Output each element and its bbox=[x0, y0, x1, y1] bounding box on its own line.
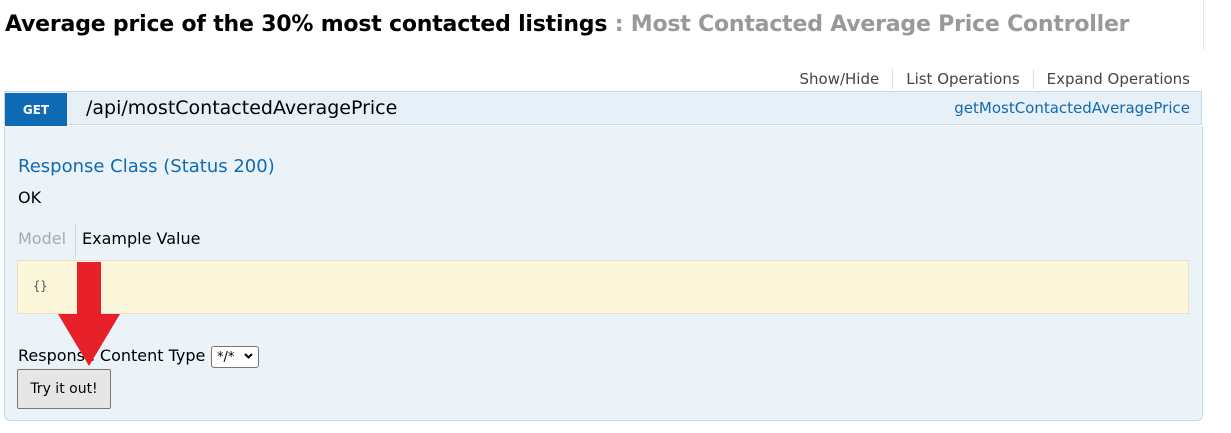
show-hide-link[interactable]: Show/Hide bbox=[786, 70, 892, 88]
try-it-out-button[interactable]: Try it out! bbox=[17, 369, 111, 409]
response-description: OK bbox=[18, 188, 42, 207]
list-operations-link[interactable]: List Operations bbox=[893, 70, 1032, 88]
top-divider bbox=[1203, 0, 1204, 50]
page-title: Average price of the 30% most contacted … bbox=[5, 12, 1205, 42]
response-class-heading: Response Class (Status 200) bbox=[18, 156, 275, 177]
content-type-value: */* bbox=[217, 349, 235, 365]
title-separator: : bbox=[607, 12, 631, 37]
api-title: Average price of the 30% most contacted … bbox=[5, 12, 608, 37]
get-method-badge[interactable]: GET bbox=[5, 93, 67, 126]
expand-operations-link[interactable]: Expand Operations bbox=[1034, 70, 1190, 88]
operations-bar: Show/Hide List Operations Expand Operati… bbox=[786, 68, 1190, 90]
tab-example-value[interactable]: Example Value bbox=[82, 229, 200, 248]
chevron-down-icon bbox=[244, 353, 253, 359]
operation-nickname-link[interactable]: getMostContactedAveragePrice bbox=[954, 99, 1190, 117]
endpoint-path[interactable]: /api/mostContactedAveragePrice bbox=[86, 97, 397, 119]
snippet-code: {} bbox=[33, 279, 48, 293]
controller-name[interactable]: Most Contacted Average Price Controller bbox=[631, 12, 1130, 37]
tab-model[interactable]: Model bbox=[18, 229, 66, 248]
tab-divider bbox=[75, 223, 76, 257]
response-content-type-select[interactable]: */* bbox=[211, 346, 259, 368]
example-value-snippet[interactable]: {} bbox=[17, 260, 1189, 314]
red-down-arrow-icon bbox=[58, 262, 120, 366]
